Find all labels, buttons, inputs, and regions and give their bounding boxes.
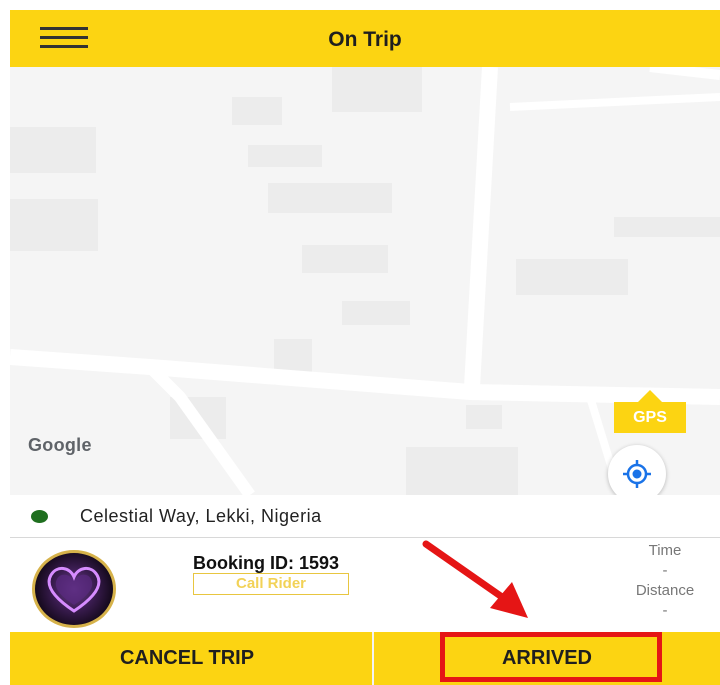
trip-stats: Time - Distance -	[610, 541, 720, 621]
pickup-address: Celestial Way, Lekki, Nigeria	[80, 506, 322, 526]
time-value: -	[662, 562, 668, 579]
location-status-dot	[31, 510, 48, 523]
time-label: Time	[648, 542, 682, 559]
arrived-button[interactable]: ARRIVED	[374, 632, 720, 685]
map-view[interactable]: Google GPS	[10, 67, 720, 495]
crosshair-locate-icon	[623, 460, 651, 488]
google-logo: Google	[28, 435, 92, 455]
pickup-address-row: Celestial Way, Lekki, Nigeria	[10, 495, 720, 538]
rider-info-panel: Booking ID: 1593 Call Rider Time - Dista…	[10, 538, 720, 632]
my-location-button[interactable]	[608, 445, 666, 495]
cancel-trip-button[interactable]: CANCEL TRIP	[10, 632, 364, 685]
rider-avatar	[32, 550, 116, 628]
gps-label: GPS	[614, 402, 686, 433]
distance-label: Distance	[635, 582, 695, 599]
call-rider-button[interactable]: Call Rider	[193, 573, 349, 595]
distance-value: -	[662, 602, 668, 619]
booking-id: Booking ID: 1593	[193, 553, 340, 573]
gps-badge[interactable]: GPS	[614, 390, 686, 433]
heart-image-icon	[47, 567, 101, 613]
top-app-bar: On Trip	[10, 10, 720, 67]
bottom-action-bar: CANCEL TRIP ARRIVED	[10, 632, 720, 685]
page-title: On Trip	[328, 28, 402, 51]
